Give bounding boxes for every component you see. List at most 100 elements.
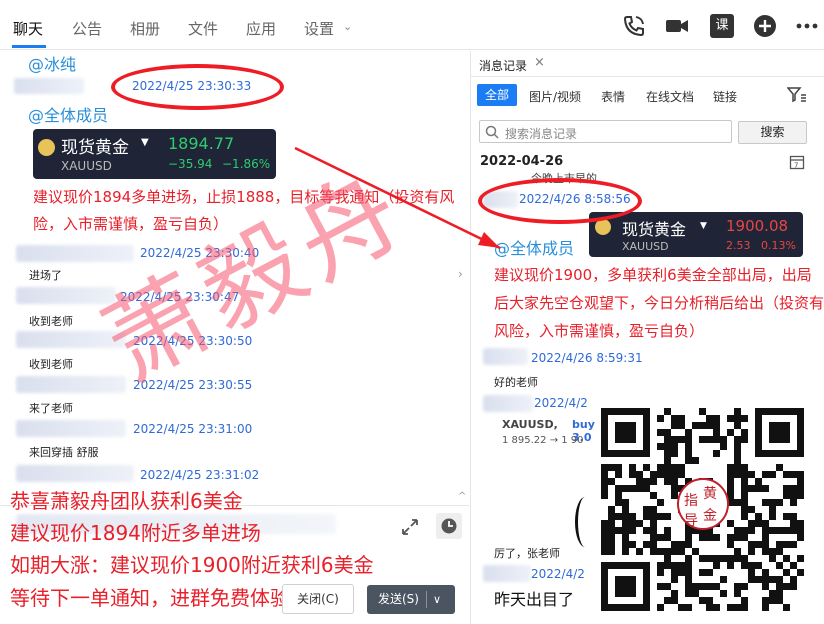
scroll-down-arrow[interactable]: ^ bbox=[458, 491, 466, 502]
qr-module bbox=[762, 520, 769, 527]
course-icon[interactable]: 课 bbox=[710, 14, 734, 38]
blurred-avatar bbox=[14, 78, 84, 94]
tab-files[interactable]: 文件 bbox=[188, 18, 218, 39]
qr-module bbox=[622, 506, 629, 513]
tab-album[interactable]: 相册 bbox=[130, 18, 160, 39]
trade-symbol: XAUUSD, bbox=[502, 418, 558, 431]
qr-module bbox=[727, 604, 734, 611]
qr-module bbox=[615, 464, 622, 471]
qr-code[interactable]: 黄 指 金 导 bbox=[597, 404, 810, 617]
tab-announcement[interactable]: 公告 bbox=[72, 18, 102, 39]
qr-module bbox=[713, 555, 720, 562]
qr-module bbox=[650, 534, 657, 541]
qr-module bbox=[776, 576, 783, 583]
qr-module bbox=[741, 436, 748, 443]
qr-module bbox=[706, 597, 713, 604]
expand-icon[interactable] bbox=[400, 517, 420, 537]
qr-module bbox=[769, 499, 776, 506]
qr-module bbox=[797, 534, 804, 541]
qr-module bbox=[741, 583, 748, 590]
qr-module bbox=[685, 534, 692, 541]
qr-module bbox=[748, 541, 755, 548]
qr-module bbox=[685, 443, 692, 450]
qr-module bbox=[664, 534, 671, 541]
gold-quote-card[interactable]: 现货黄金 ▼ XAUUSD 1894.77 −35.94 −1.86% bbox=[33, 129, 276, 179]
phone-icon[interactable] bbox=[622, 14, 646, 38]
qr-module bbox=[720, 555, 727, 562]
add-icon[interactable] bbox=[753, 14, 777, 38]
qr-module bbox=[622, 520, 629, 527]
qr-module bbox=[671, 590, 678, 597]
filter-docs[interactable]: 在线文档 bbox=[646, 88, 694, 105]
qr-module bbox=[664, 583, 671, 590]
gold-quote-card[interactable]: 现货黄金 ▼ XAUUSD 1900.08 2.53 0.13% bbox=[589, 212, 803, 257]
qr-module bbox=[657, 534, 664, 541]
qr-module bbox=[622, 485, 629, 492]
more-icon[interactable] bbox=[795, 14, 819, 38]
qr-module bbox=[685, 555, 692, 562]
mention-text[interactable]: @冰纯 bbox=[28, 51, 76, 75]
qr-module bbox=[713, 422, 720, 429]
qr-module bbox=[748, 569, 755, 576]
promo-line-1: 恭喜萧毅舟团队获利6美金 bbox=[10, 489, 243, 513]
filter-icon[interactable] bbox=[787, 86, 807, 104]
mention-all-text[interactable]: @全体成员 bbox=[28, 102, 108, 126]
qr-module bbox=[734, 499, 741, 506]
filter-links[interactable]: 链接 bbox=[713, 88, 737, 105]
filter-all[interactable]: 全部 bbox=[477, 84, 517, 106]
qr-module bbox=[741, 597, 748, 604]
qr-module bbox=[699, 436, 706, 443]
qr-module bbox=[601, 478, 608, 485]
qr-module bbox=[657, 513, 664, 520]
qr-module bbox=[699, 583, 706, 590]
qr-module bbox=[734, 415, 741, 422]
chevron-down-icon[interactable]: ∨ bbox=[433, 585, 441, 614]
mention-all-text[interactable]: @全体成员 bbox=[494, 235, 574, 259]
history-button[interactable] bbox=[436, 513, 462, 539]
qr-module bbox=[741, 471, 748, 478]
search-input[interactable]: 搜索消息记录 bbox=[479, 120, 732, 143]
qr-module bbox=[797, 520, 804, 527]
message-text: 来了老师 bbox=[29, 402, 73, 415]
message-text: 来回穿插 舒服 bbox=[29, 446, 99, 459]
qr-module bbox=[706, 534, 713, 541]
qr-module bbox=[664, 527, 671, 534]
qr-module bbox=[608, 548, 615, 555]
qr-module bbox=[706, 422, 713, 429]
calendar-icon[interactable]: 7 bbox=[789, 154, 805, 170]
qr-module bbox=[699, 597, 706, 604]
filter-emoji[interactable]: 表情 bbox=[601, 88, 625, 105]
qr-module bbox=[790, 520, 797, 527]
qr-module bbox=[776, 527, 783, 534]
qr-module bbox=[783, 583, 790, 590]
qr-module bbox=[783, 541, 790, 548]
divider bbox=[426, 591, 427, 608]
tab-chat[interactable]: 聊天 bbox=[13, 18, 43, 39]
qr-module bbox=[741, 604, 748, 611]
qr-module bbox=[643, 527, 650, 534]
qr-module bbox=[643, 464, 650, 471]
filter-media[interactable]: 图片/视频 bbox=[529, 88, 581, 105]
qr-module bbox=[762, 569, 769, 576]
search-button[interactable]: 搜索 bbox=[738, 121, 807, 144]
qr-module bbox=[741, 464, 748, 471]
trade-quote-snippet[interactable]: XAUUSD, buy 3.0 1 895.22 → 1 90 bbox=[494, 414, 604, 458]
caret-down-icon: ▼ bbox=[141, 137, 149, 148]
tab-settings[interactable]: 设置 bbox=[304, 18, 334, 39]
qr-module bbox=[769, 527, 776, 534]
qr-module bbox=[601, 492, 608, 499]
close-icon[interactable]: × bbox=[534, 55, 545, 70]
chevron-down-icon[interactable]: ⌄ bbox=[343, 20, 352, 33]
close-button[interactable]: 关闭(C) bbox=[282, 584, 354, 614]
chevron-right-icon[interactable]: › bbox=[458, 267, 463, 281]
date-header: 2022-04-26 bbox=[480, 154, 564, 169]
qr-module bbox=[734, 457, 741, 464]
qr-module bbox=[769, 506, 776, 513]
video-call-icon[interactable] bbox=[665, 14, 689, 38]
qr-module bbox=[706, 415, 713, 422]
qr-module bbox=[615, 576, 636, 597]
qr-module bbox=[636, 478, 643, 485]
tab-apps[interactable]: 应用 bbox=[246, 18, 276, 39]
qr-module bbox=[769, 590, 776, 597]
send-button[interactable]: 发送(S) ∨ bbox=[367, 585, 455, 614]
